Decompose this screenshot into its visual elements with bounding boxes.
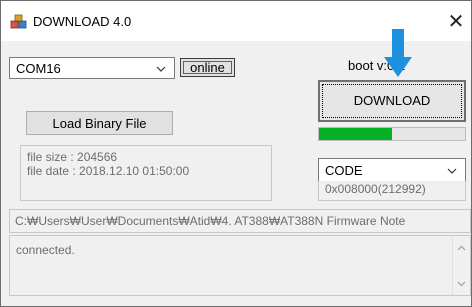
scroll-up-icon[interactable] bbox=[456, 243, 467, 254]
load-binary-file-label: Load Binary File bbox=[52, 116, 147, 131]
file-size-text: file size : 204566 bbox=[27, 150, 118, 164]
chevron-down-icon bbox=[447, 168, 457, 174]
load-binary-file-button[interactable]: Load Binary File bbox=[26, 111, 173, 135]
download-button[interactable]: DOWNLOAD bbox=[318, 80, 466, 122]
close-button[interactable]: ✕ bbox=[443, 9, 469, 35]
com-port-select[interactable]: COM16 bbox=[9, 57, 175, 79]
region-value: CODE bbox=[325, 163, 363, 178]
download-button-label: DOWNLOAD bbox=[353, 93, 431, 108]
address-readout: 0x008000(212992) bbox=[318, 181, 466, 201]
app-icon bbox=[10, 14, 27, 29]
file-path-field[interactable]: C:₩Users₩User₩Documents₩Atid₩4. AT388₩AT… bbox=[9, 209, 471, 233]
download-window: DOWNLOAD 4.0 ✕ COM16 online boot v:0.2 D… bbox=[0, 0, 472, 307]
file-info-box: file size : 204566 file date : 2018.12.1… bbox=[20, 145, 272, 201]
log-text: connected. bbox=[16, 243, 75, 257]
window-title: DOWNLOAD 4.0 bbox=[33, 14, 132, 29]
log-scrollbar[interactable] bbox=[452, 236, 470, 295]
progress-fill bbox=[319, 128, 392, 140]
address-text: 0x008000(212992) bbox=[325, 182, 426, 196]
arrow-down-icon bbox=[384, 29, 412, 77]
com-port-value: COM16 bbox=[16, 61, 61, 76]
download-progress-bar bbox=[318, 127, 466, 141]
log-box[interactable]: connected. bbox=[9, 235, 471, 296]
file-path-text: C:₩Users₩User₩Documents₩Atid₩4. AT388₩AT… bbox=[15, 214, 406, 228]
online-status-button[interactable]: online bbox=[180, 58, 235, 77]
close-icon: ✕ bbox=[447, 11, 465, 33]
file-date-text: file date : 2018.12.10 01:50:00 bbox=[27, 164, 190, 178]
chevron-down-icon bbox=[156, 66, 166, 72]
scroll-down-icon[interactable] bbox=[456, 278, 467, 289]
online-label: online bbox=[190, 60, 225, 75]
region-select[interactable]: CODE bbox=[318, 158, 466, 182]
